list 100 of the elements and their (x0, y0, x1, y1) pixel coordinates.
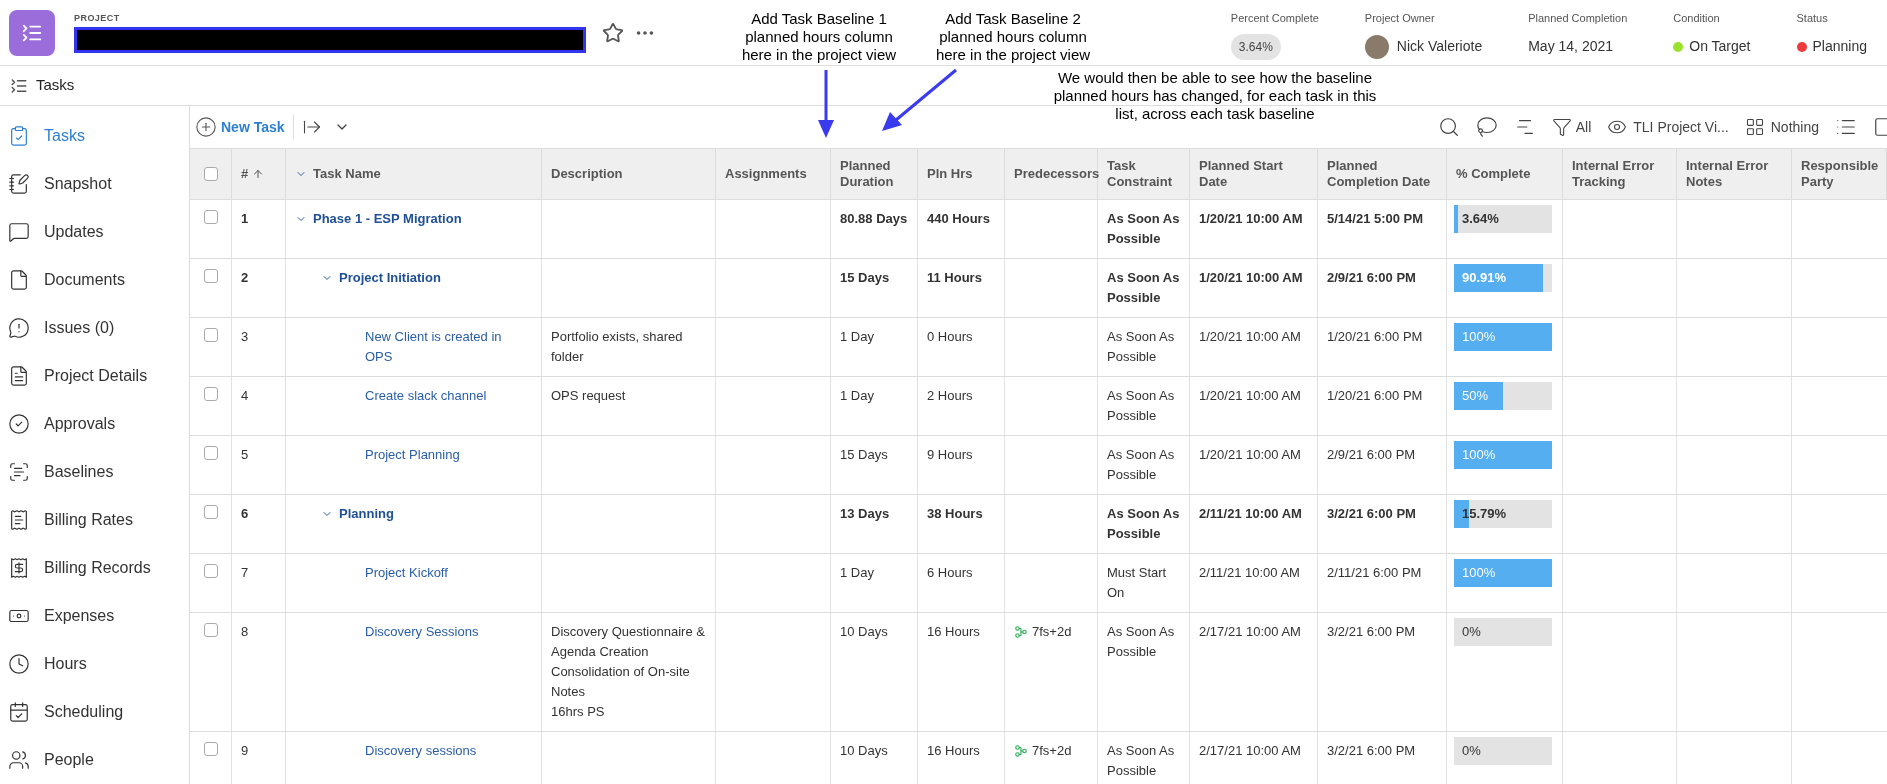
row-checkbox[interactable] (203, 210, 218, 224)
grouping-button[interactable]: Nothing (1744, 116, 1819, 138)
start-date: 1/20/21 10:00 AM (1199, 329, 1301, 344)
field-label: Condition (1673, 11, 1721, 27)
sidebar-item[interactable]: Updates (0, 208, 189, 256)
collapse-panel-icon[interactable] (10, 76, 28, 95)
task-name-link[interactable]: Project Planning (365, 445, 460, 465)
speech-bubble-icon (8, 221, 30, 243)
column-header[interactable]: Assignments (725, 166, 807, 182)
constraint-text: As Soon As Possible (1107, 329, 1175, 364)
duration-text: 15 Days (840, 270, 890, 285)
sidebar-item[interactable]: Billing Rates (0, 496, 189, 544)
start-date: 1/20/21 10:00 AM (1199, 270, 1303, 285)
column-header[interactable]: Description (551, 166, 623, 182)
new-task-button[interactable]: New Task (195, 116, 285, 138)
sidebar-item[interactable]: Documents (0, 256, 189, 304)
table-row[interactable]: 9 Discovery sessions 10 Days 16 Hours 7fs+2d As Soon As Possible 2/17/21 10:00 AM 3/2/21 6:00 PM 0% (190, 732, 1887, 784)
row-checkbox[interactable] (203, 742, 218, 756)
sidebar-item[interactable]: Snapshot (0, 160, 189, 208)
row-number: 6 (241, 506, 249, 521)
table-row[interactable]: 3 New Client is created in OPS Portfolio exists, shared folder 1 Day 0 Hours As Soon As Possible 1/20/21 10:00 AM 1/20/21 6:00 PM 100% (190, 318, 1887, 377)
constraint-text: As Soon As Possible (1107, 624, 1175, 659)
sidebar-item[interactable]: Billing Records (0, 544, 189, 592)
column-header[interactable]: Responsible Party (1801, 158, 1879, 190)
percent-pill: 3.64% (1230, 33, 1281, 60)
task-name-link[interactable]: Discovery Sessions (365, 622, 479, 642)
sidebar-item[interactable]: Scheduling (0, 688, 189, 736)
sidebar-item[interactable]: Expenses (0, 592, 189, 640)
sidebar-item[interactable]: Issues (0) (0, 304, 189, 352)
task-name-link[interactable]: New Client is created in OPS (365, 327, 532, 367)
lasso-icon[interactable] (1475, 116, 1498, 138)
table-row[interactable]: 5 Project Planning 15 Days 9 Hours As Soon As Possible 1/20/21 10:00 AM 2/9/21 6:00 PM 100% (190, 436, 1887, 495)
sidebar-item[interactable]: Project Details (0, 352, 189, 400)
column-header[interactable]: Planned Start Date (1199, 158, 1308, 190)
column-header[interactable]: % Complete (1456, 166, 1531, 182)
sidebar-item[interactable]: Hours (0, 640, 189, 688)
table-row[interactable]: 2 Project Initiation 15 Days 11 Hours As Soon As Possible 1/20/21 10:00 AM 2/9/21 6:00 PM 90.91% (190, 259, 1887, 318)
row-checkbox[interactable] (203, 446, 218, 460)
predecessor-text[interactable]: 7fs+2d (1032, 622, 1072, 642)
column-header[interactable]: Planned Duration (840, 158, 908, 190)
row-number: 5 (241, 447, 249, 462)
task-name-link[interactable]: Discovery sessions (365, 741, 477, 761)
project-label: PROJECT (74, 11, 121, 25)
start-date: 2/11/21 10:00 AM (1199, 506, 1302, 521)
start-date: 2/17/21 10:00 AM (1199, 743, 1301, 758)
row-checkbox[interactable] (203, 387, 218, 401)
column-header[interactable]: Planned Completion Date (1327, 158, 1437, 190)
filter-button[interactable]: All (1551, 116, 1592, 138)
completion-date: 1/20/21 6:00 PM (1327, 388, 1423, 403)
sort-arrow-icon[interactable] (252, 168, 265, 180)
constraint-text: As Soon As Possible (1107, 743, 1175, 778)
column-header[interactable]: Task Constraint (1107, 158, 1180, 190)
row-checkbox[interactable] (203, 623, 218, 637)
row-number: 7 (241, 565, 249, 580)
owner-name[interactable]: Nick Valeriote (1396, 36, 1483, 58)
column-header[interactable]: Task Name (313, 166, 381, 182)
avatar (1364, 34, 1389, 59)
hours-text: 0 Hours (927, 329, 973, 344)
column-header[interactable]: # (241, 166, 249, 182)
row-checkbox[interactable] (203, 505, 218, 519)
search-icon[interactable] (1437, 116, 1460, 138)
row-number: 4 (241, 388, 249, 403)
task-name-link[interactable]: Phase 1 - ESP Migration (313, 209, 462, 229)
percent-text: 0% (1462, 742, 1481, 760)
constraint-text: Must Start On (1107, 565, 1167, 600)
row-checkbox[interactable] (203, 328, 218, 342)
table-row[interactable]: 4 Create slack channel OPS request 1 Day 2 Hours As Soon As Possible 1/20/21 10:00 AM 1/20/21 6:00 PM 50% (190, 377, 1887, 436)
task-name-link[interactable]: Project Kickoff (365, 563, 448, 583)
duration-text: 15 Days (840, 447, 888, 462)
field-label: Planned Completion (1528, 11, 1628, 27)
filter-icon (1551, 117, 1572, 137)
view-button[interactable]: TLI Project Vi... (1607, 116, 1729, 138)
select-all-checkbox[interactable] (203, 167, 218, 181)
table-row[interactable]: 1 Phase 1 - ESP Migration 80.88 Days 440 Hours As Soon As Possible 1/20/21 10:00 AM 5/14/21 5:00 PM 3.64% (190, 200, 1887, 259)
sidebar-item[interactable]: People (0, 736, 189, 784)
row-number: 8 (241, 624, 249, 639)
status-value: On Target (1689, 37, 1751, 57)
predecessor-text[interactable]: 7fs+2d (1032, 741, 1072, 761)
row-checkbox[interactable] (203, 269, 218, 283)
sidebar-item[interactable]: Baselines (0, 448, 189, 496)
hours-text: 6 Hours (927, 565, 973, 580)
sidebar-item[interactable]: Approvals (0, 400, 189, 448)
sidebar-item[interactable]: Tasks (0, 112, 189, 160)
column-header[interactable]: Predecessors (1014, 166, 1100, 182)
column-header[interactable]: Pln Hrs (927, 166, 973, 182)
row-number: 9 (241, 743, 249, 758)
percent-text: 90.91% (1462, 269, 1507, 287)
column-header[interactable]: Internal Error Notes (1686, 158, 1782, 190)
star-icon[interactable] (602, 21, 624, 44)
table-row[interactable]: 8 Discovery Sessions Discovery Questionnaire & Agenda Creation Consolidation of On-site Notes 16hrs PS 10 Days 16 Hours 7fs+2d As Soon As Possible 2/17/21 10:00 AM 3/2/21 6:00 PM 0% (190, 613, 1887, 732)
start-date: 2/11/21 10:00 AM (1199, 565, 1300, 580)
hours-text: 440 Hours (927, 211, 990, 226)
task-name-link[interactable]: Create slack channel (365, 386, 487, 406)
table-row[interactable]: 7 Project Kickoff 1 Day 6 Hours Must Start On 2/11/21 10:00 AM 2/11/21 6:00 PM 100% (190, 554, 1887, 613)
section-title: Tasks (36, 75, 75, 96)
status-value: Planning (1812, 37, 1867, 57)
column-header[interactable]: Internal Error Tracking (1572, 158, 1667, 190)
task-name-link[interactable]: Planning (339, 504, 394, 524)
task-name-link[interactable]: Project Initiation (339, 268, 441, 288)
row-checkbox[interactable] (203, 564, 218, 578)
